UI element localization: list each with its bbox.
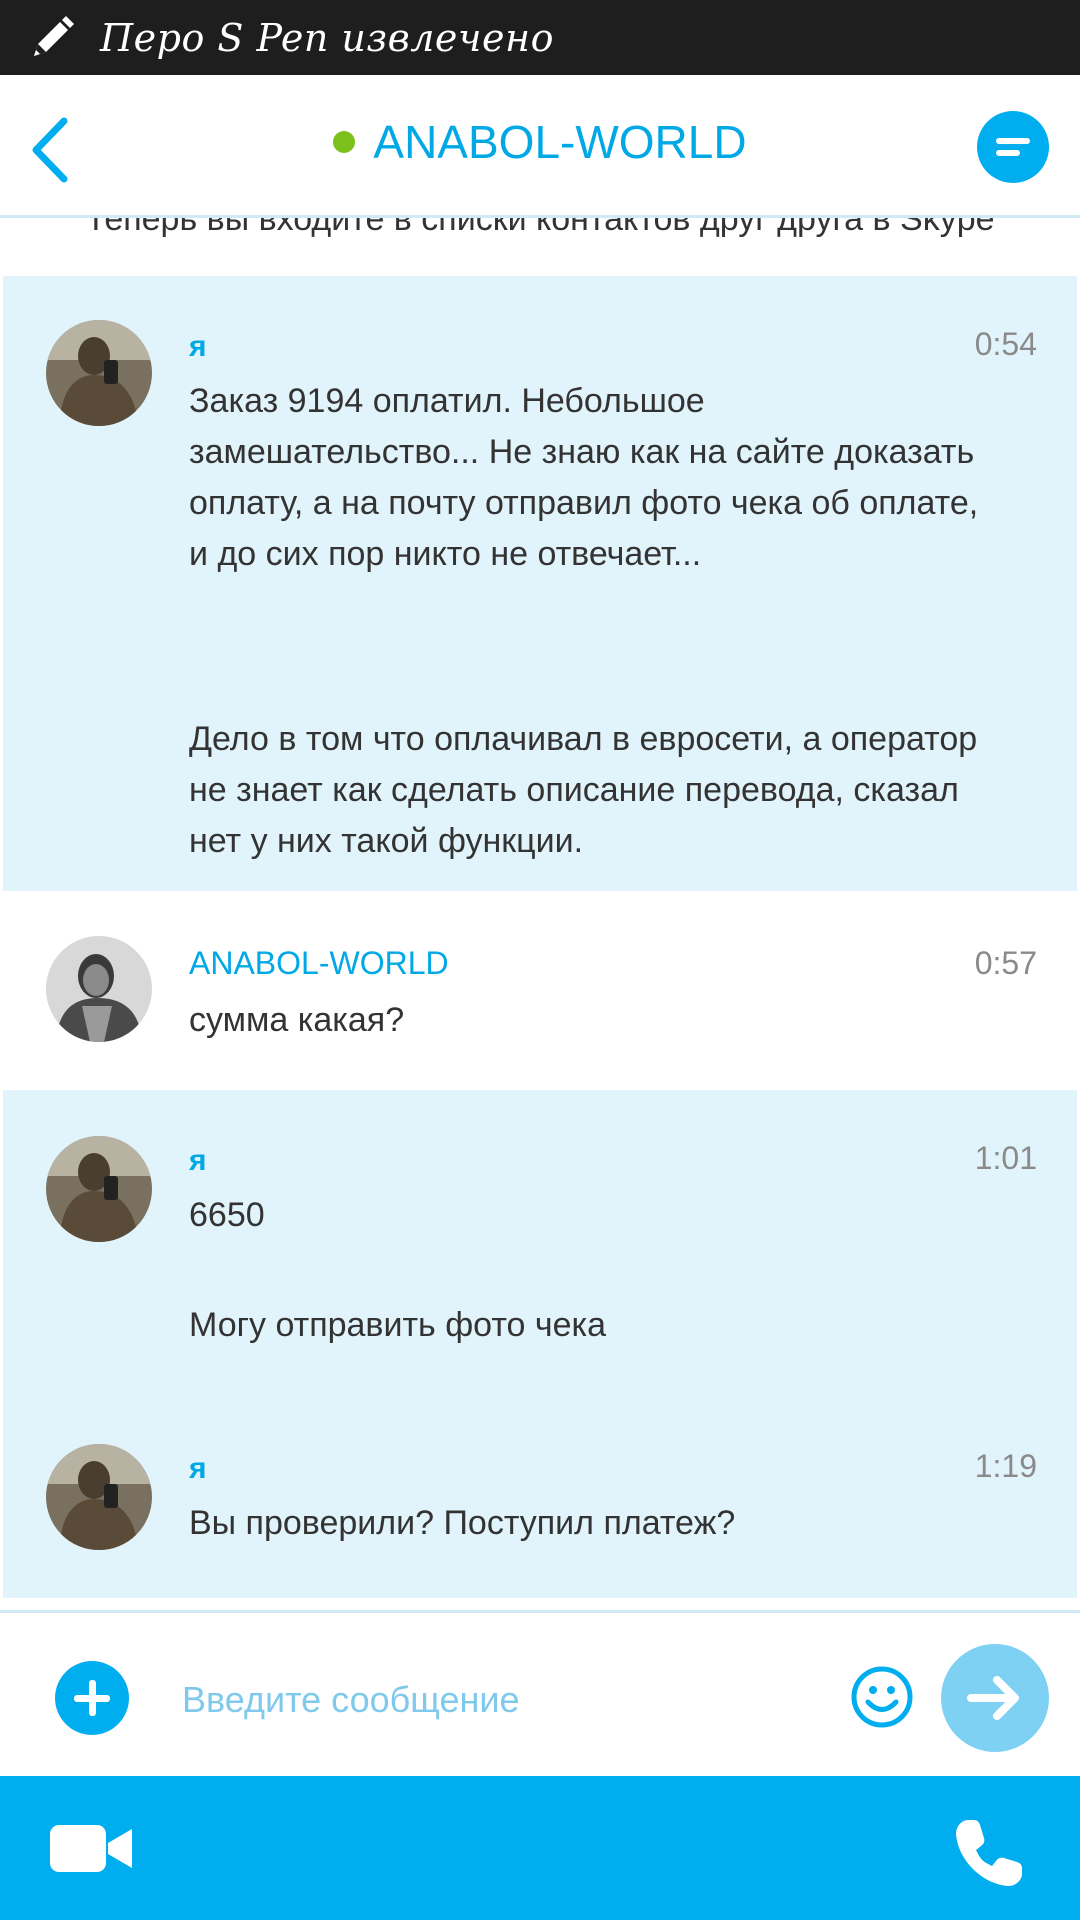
message-sender: я: [189, 330, 207, 363]
emoji-icon[interactable]: [850, 1665, 914, 1729]
message-text: Могу отправить фото чека: [189, 1306, 607, 1344]
contact-name: ANABOL-WORLD: [373, 116, 747, 168]
message-group: я 0:54 Заказ 9194 оплатил. Небольшое зам…: [3, 276, 1077, 891]
video-call-icon[interactable]: [48, 1821, 134, 1876]
message-time: 0:57: [974, 945, 1037, 981]
send-button[interactable]: [941, 1644, 1049, 1752]
system-message: Теперь вы входите в списки контактов дру…: [85, 218, 995, 238]
chat-history[interactable]: Теперь вы входите в списки контактов дру…: [0, 218, 1080, 1610]
message-text: 6650: [189, 1196, 265, 1234]
message-group: ANABOL-WORLD 0:57 сумма какая?: [3, 891, 1077, 1090]
message-text: Дело в том что оплачивал в евросети, а о…: [189, 720, 978, 860]
phone-icon[interactable]: [952, 1816, 1026, 1890]
message-time: 1:01: [974, 1140, 1037, 1176]
call-action-bar: [0, 1776, 1080, 1920]
message-composer: [0, 1610, 1080, 1779]
message-time: 0:54: [974, 326, 1037, 362]
avatar[interactable]: [46, 1136, 152, 1242]
message-text: Вы проверили? Поступил платеж?: [189, 1504, 736, 1542]
status-bar: Перо S Pen извлечено: [0, 0, 1080, 75]
avatar[interactable]: [46, 1444, 152, 1550]
message-sender: ANABOL-WORLD: [189, 945, 449, 981]
conversation-title[interactable]: ANABOL-WORLD: [0, 115, 1080, 169]
avatar[interactable]: [46, 320, 152, 426]
send-arrow-icon: [967, 1676, 1019, 1720]
message-text: Заказ 9194 оплатил. Небольшое замешатель…: [189, 382, 979, 573]
message-sender: я: [189, 1144, 207, 1177]
menu-icon[interactable]: [977, 111, 1049, 183]
avatar[interactable]: [46, 936, 152, 1042]
message-sender: я: [189, 1452, 207, 1485]
status-text: Перо S Pen извлечено: [100, 15, 554, 60]
plus-icon[interactable]: [55, 1661, 129, 1735]
online-status-indicator: [333, 130, 356, 153]
message-input[interactable]: [180, 1669, 824, 1731]
conversation-header: ANABOL-WORLD: [0, 75, 1080, 218]
message-group: я 1:01 6650 Могу отправить фото чека я 1…: [3, 1090, 1077, 1598]
message-time: 1:19: [974, 1448, 1037, 1484]
pen-icon: [34, 15, 74, 56]
message-text: сумма какая?: [189, 1001, 405, 1039]
